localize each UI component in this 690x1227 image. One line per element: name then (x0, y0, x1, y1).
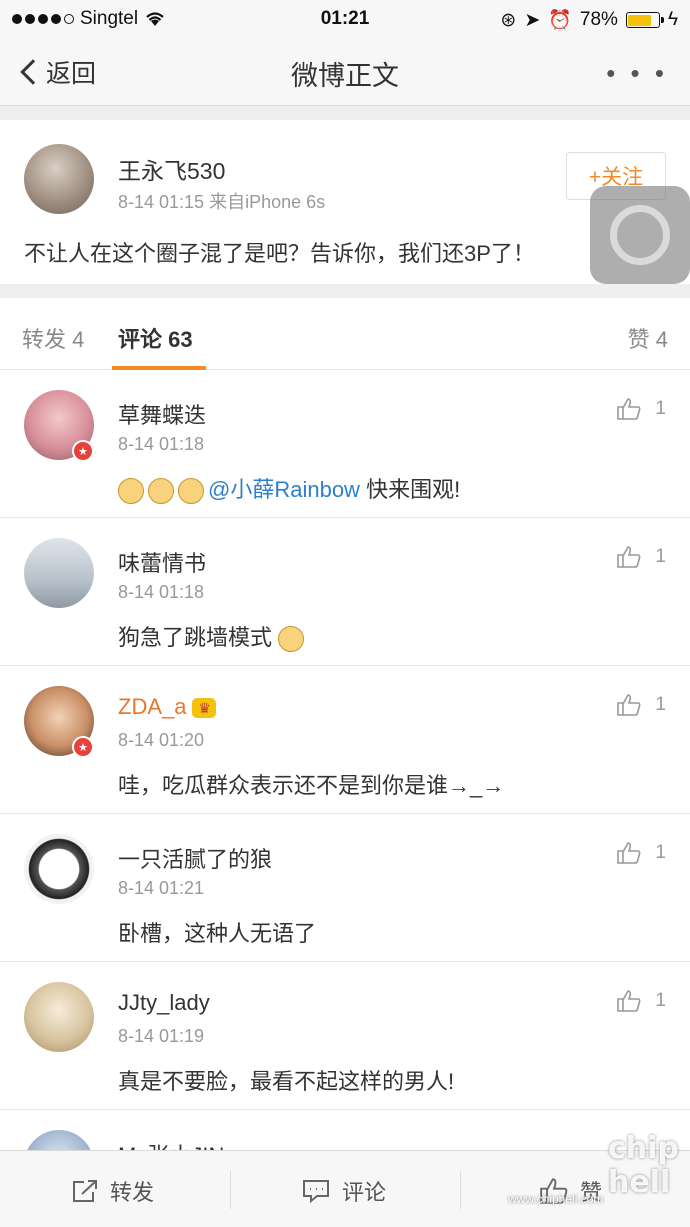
weibo-post: 王永飞530 8-14 01:15 来自iPhone 6s +关注 不让人在这个… (0, 120, 690, 284)
divider (460, 1171, 461, 1209)
comment-item: ★ 草舞蝶迭 8-14 01:18 @小薛Rainbow 快来围观! 1 (0, 370, 690, 518)
commenter-avatar[interactable] (24, 982, 94, 1052)
comment-icon (303, 1180, 329, 1203)
thumbs-up-icon (617, 990, 641, 1012)
rotation-lock-icon: ⊛ (500, 9, 517, 31)
commenter-name[interactable]: 草舞蝶迭 (118, 398, 206, 430)
cat-emoji-icon (148, 478, 174, 505)
comment-time: 8-14 01:18 (118, 434, 205, 454)
commenter-name[interactable]: 味蕾情书 (118, 546, 206, 578)
comment-like-count: 1 (655, 546, 666, 567)
comment-text: 真是不要脸，最看不起这样的男人! (118, 1069, 455, 1094)
comment-like-button[interactable]: 1 (617, 398, 666, 420)
author-avatar[interactable] (24, 144, 94, 214)
comment-text-body: 狗急了跳墙模式 (118, 625, 273, 650)
interaction-tabs: 转发 4 评论 63 赞 4 (0, 298, 690, 370)
comment-text: @小薛Rainbow 快来围观! (118, 472, 461, 505)
post-text: 不让人在这个圈子混了是吧？告诉你，我们还3P了！ (24, 241, 535, 266)
chiphell-logo: chip hell (608, 1131, 679, 1200)
comment-text: 哇，吃瓜群众表示还不是到你是谁→_→ (118, 773, 505, 798)
commenter-avatar[interactable] (24, 834, 94, 904)
comment-button[interactable]: 评论 (302, 1175, 386, 1207)
comment-label: 评论 (342, 1180, 387, 1205)
comment-item: Ms张小JIN (0, 1110, 690, 1150)
verified-badge-icon: ★ (72, 736, 94, 758)
divider (230, 1171, 231, 1209)
comment-like-button[interactable]: 1 (617, 546, 666, 568)
author-name[interactable]: 王永飞530 (118, 152, 225, 186)
battery-percent: 78% (579, 9, 618, 30)
comment-text: 狗急了跳墙模式 (118, 620, 308, 653)
comment-text-tail: 快来围观! (359, 477, 461, 502)
location-icon: ➤ (524, 9, 541, 31)
share-icon (73, 1180, 97, 1202)
mention-link[interactable]: @小薛Rainbow (208, 477, 360, 502)
forward-button[interactable]: 转发 (72, 1175, 154, 1207)
system-status: ⊛ ➤ ⏰ 78% ϟ (500, 8, 678, 32)
vip-crown-icon: ♛ (192, 698, 217, 719)
thumbs-up-icon (617, 398, 641, 420)
cat-emoji-icon (178, 478, 204, 505)
commenter-name-text: ZDA_a (118, 694, 187, 719)
tab-like[interactable]: 赞 4 (628, 322, 668, 354)
tab-comment[interactable]: 评论 63 (118, 322, 193, 354)
battery-icon (625, 12, 664, 28)
comment-text: 卧槽，这种人无语了 (118, 921, 317, 946)
thumbs-up-icon (617, 546, 641, 568)
commenter-avatar[interactable] (24, 538, 94, 608)
comment-list: ★ 草舞蝶迭 8-14 01:18 @小薛Rainbow 快来围观! 1 味蕾情… (0, 370, 690, 1150)
thumbs-up-icon (617, 694, 641, 716)
commenter-name[interactable]: ZDA_a ♛ (118, 694, 217, 720)
comment-item: ★ ZDA_a ♛ 8-14 01:20 哇，吃瓜群众表示还不是到你是谁→_→ 1 (0, 666, 690, 814)
comment-like-button[interactable]: 1 (617, 990, 666, 1012)
comment-item: 味蕾情书 8-14 01:18 狗急了跳墙模式 1 (0, 518, 690, 666)
more-icon[interactable]: • • • (606, 58, 668, 89)
status-bar: Singtel 01:21 ⊛ ➤ ⏰ 78% ϟ (0, 0, 690, 40)
charging-icon: ϟ (667, 9, 678, 30)
assistive-touch-button[interactable] (590, 186, 690, 284)
commenter-name[interactable]: 一只活腻了的狼 (118, 842, 272, 874)
commenter-avatar[interactable] (24, 1130, 94, 1150)
comment-item: JJty_lady 8-14 01:19 真是不要脸，最看不起这样的男人! 1 (0, 962, 690, 1110)
comment-like-count: 1 (655, 990, 666, 1011)
comment-like-count: 1 (655, 398, 666, 419)
alarm-icon: ⏰ (548, 10, 572, 31)
verified-badge-icon: ★ (72, 440, 94, 462)
page-title: 微博正文 (291, 61, 399, 91)
ring-icon (610, 205, 670, 265)
battery-fill (628, 14, 652, 26)
nav-bar: 返回 微博正文 • • • (0, 40, 690, 106)
commenter-name[interactable]: JJty_lady (118, 990, 210, 1016)
comment-item: 一只活腻了的狼 8-14 01:21 卧槽，这种人无语了 1 (0, 814, 690, 962)
comment-time: 8-14 01:18 (118, 582, 205, 602)
post-meta: 8-14 01:15 来自iPhone 6s (118, 192, 326, 212)
cat-emoji-icon (118, 478, 144, 505)
watermark-url: www.chiphell.com (508, 1192, 604, 1206)
commenter-name[interactable]: Ms张小JIN (118, 1138, 224, 1150)
thumbs-up-icon (617, 842, 641, 864)
comment-time: 8-14 01:21 (118, 878, 205, 898)
comment-like-count: 1 (655, 842, 666, 863)
comment-time: 8-14 01:19 (118, 1026, 205, 1046)
comment-like-button[interactable]: 1 (617, 694, 666, 716)
comment-time: 8-14 01:20 (118, 730, 205, 750)
comment-like-button[interactable]: 1 (617, 842, 666, 864)
tab-forward[interactable]: 转发 4 (22, 322, 84, 354)
bottom-action-bar: 转发 评论 赞 (0, 1150, 690, 1227)
comment-like-count: 1 (655, 694, 666, 715)
shush-emoji-icon (278, 626, 305, 653)
forward-label: 转发 (110, 1180, 155, 1205)
